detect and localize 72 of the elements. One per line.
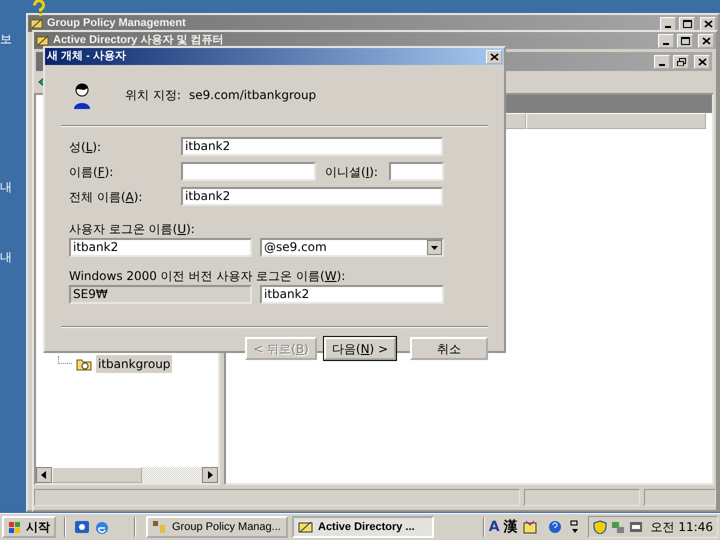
start-button[interactable]: 시작 — [2, 516, 56, 538]
desktop-icon-label: 내 — [0, 179, 12, 196]
user-icon — [71, 81, 93, 109]
tree-line — [58, 356, 72, 364]
scrollbar-thumb[interactable] — [52, 467, 142, 483]
minimize-button[interactable] — [658, 34, 674, 48]
help-icon[interactable] — [548, 520, 562, 534]
desktop-icon-label: 보 — [0, 31, 12, 48]
close-button[interactable] — [698, 34, 714, 48]
clock: 오전 11:46 — [650, 519, 713, 536]
input-field[interactable] — [389, 162, 444, 181]
window-title: Active Directory 사용자 및 컴퓨터 — [53, 33, 225, 48]
ime-pad-icon[interactable] — [522, 519, 538, 535]
close-button[interactable] — [486, 50, 502, 64]
close-icon — [490, 52, 498, 60]
close-button[interactable] — [700, 16, 716, 30]
horizontal-scrollbar[interactable] — [36, 467, 218, 483]
minimize-icon — [665, 26, 671, 28]
field-label: 사용자 로그온 이름(U): — [69, 221, 196, 238]
tree-item[interactable]: itbankgroup — [96, 355, 172, 373]
field-label: Windows 2000 이전 버전 사용자 로그온 이름(W): — [69, 268, 346, 285]
input-field[interactable]: itbank2 — [260, 285, 444, 304]
input-field[interactable]: itbank2 — [181, 187, 443, 206]
restore-icon — [676, 58, 686, 66]
dialog-button[interactable]: 취소 — [410, 337, 488, 360]
windows-logo-icon — [8, 520, 22, 534]
network-icon[interactable] — [610, 520, 625, 534]
restore-button[interactable] — [673, 54, 689, 68]
dialog-title: 새 개체 - 사용자 — [47, 49, 127, 64]
minimize-button[interactable] — [654, 54, 670, 68]
app-icon — [30, 16, 44, 30]
location-label: 위치 지정: — [125, 87, 182, 104]
close-icon — [698, 58, 706, 66]
scroll-left-icon[interactable] — [36, 467, 52, 483]
field-label: 이름(F): — [69, 164, 114, 180]
scroll-right-icon[interactable] — [202, 467, 218, 483]
desktop-shortcut-icon[interactable] — [74, 519, 90, 535]
help-icon — [33, 0, 45, 16]
field-label: 성(L): — [69, 138, 102, 156]
maximize-icon — [680, 36, 690, 44]
window-title: Group Policy Management — [47, 16, 187, 32]
close-icon — [704, 20, 712, 28]
app-icon — [298, 519, 314, 535]
desktop-icon-label: 내 — [0, 249, 12, 266]
keyboard-icon[interactable] — [628, 520, 643, 534]
field-label: 이니셜(I): — [325, 164, 379, 180]
location-value: se9.com/itbankgroup — [189, 87, 316, 104]
minimize-button[interactable] — [660, 16, 676, 30]
dropdown-field[interactable]: @se9.com — [260, 238, 444, 257]
app-icon — [152, 519, 168, 535]
ime-indicator: 漢 — [504, 518, 518, 536]
dropdown-value: @se9.com — [264, 240, 328, 255]
input-field[interactable]: itbank2 — [181, 137, 443, 156]
field-label: 전체 이름(A): — [69, 188, 144, 206]
maximize-button[interactable] — [677, 34, 693, 48]
taskbar-button[interactable]: Group Policy Manag... — [146, 516, 288, 538]
folder-icon — [76, 357, 92, 371]
maximize-icon — [682, 20, 692, 28]
minimize-icon — [659, 64, 665, 66]
app-icon — [36, 34, 50, 48]
input-field[interactable]: itbank2 — [69, 238, 252, 257]
maximize-button[interactable] — [679, 16, 695, 30]
minimize-icon — [663, 42, 669, 44]
input-field[interactable] — [181, 162, 316, 181]
browser-e-icon[interactable] — [94, 519, 110, 535]
taskbar-button[interactable]: Active Directory ... — [292, 516, 434, 538]
dialog-button[interactable]: 다음(N) > — [324, 337, 396, 360]
restore-tray-icon[interactable] — [570, 520, 580, 534]
shield-icon[interactable] — [592, 520, 607, 534]
ime-indicator: A — [488, 518, 500, 536]
close-icon — [702, 36, 710, 44]
close-button[interactable] — [694, 54, 710, 68]
